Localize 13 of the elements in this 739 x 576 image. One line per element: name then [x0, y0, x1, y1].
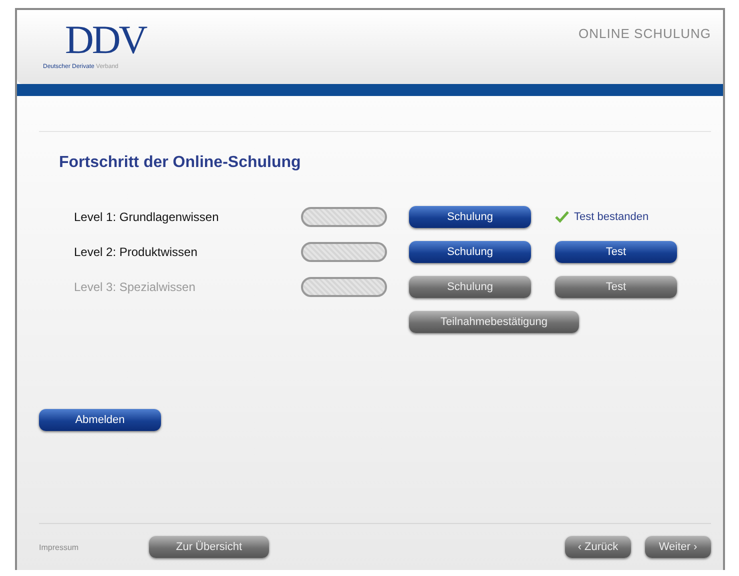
page-heading: Fortschritt der Online-Schulung: [59, 154, 302, 172]
logout-button[interactable]: Abmelden: [39, 409, 161, 431]
training-button[interactable]: Schulung: [409, 241, 531, 263]
imprint-link[interactable]: Impressum: [39, 542, 149, 552]
level-label: Level 3: Spezialwissen: [74, 280, 196, 294]
logo: DDV: [65, 20, 146, 60]
check-icon: [555, 211, 569, 223]
level-label: Level 1: Grundlagenwissen: [74, 210, 220, 224]
test-status: Test bestanden: [574, 211, 649, 223]
level-label: Level 2: Produktwissen: [74, 245, 198, 259]
test-button[interactable]: Test: [555, 241, 677, 263]
training-button[interactable]: Schulung: [409, 206, 531, 228]
header-title: ONLINE SCHULUNG: [578, 26, 711, 43]
